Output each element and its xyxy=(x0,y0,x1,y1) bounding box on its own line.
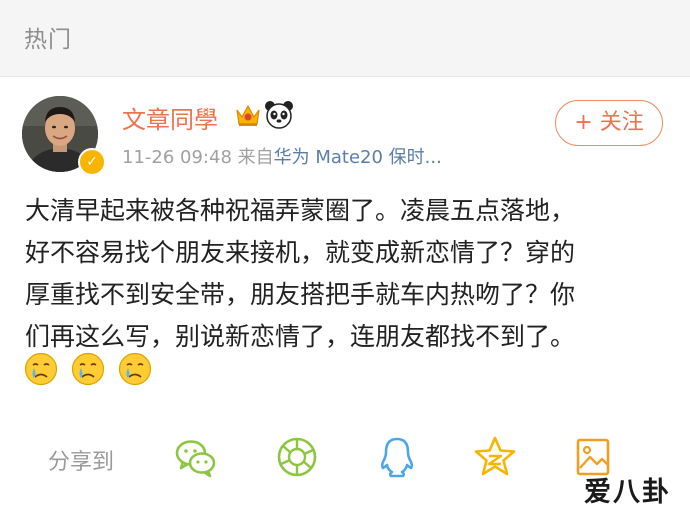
emoji-row xyxy=(24,352,160,388)
watermark: 爱八卦 xyxy=(584,477,671,508)
weibo-post-screen: 热门 ✓ 文章同學 11-26 09:48 来自华为 Mate20 保时... … xyxy=(0,0,690,513)
author-name[interactable]: 文章同學 xyxy=(122,100,218,135)
divider xyxy=(0,76,690,77)
crying-face-icon xyxy=(71,352,105,386)
crown-icon xyxy=(236,104,260,126)
section-header: 热门 xyxy=(0,0,690,76)
post-text-line: 大清早起来被各种祝福弄蒙圈了。凌晨五点落地， xyxy=(25,196,576,225)
share-label: 分享到 xyxy=(48,450,115,475)
verified-badge-icon: ✓ xyxy=(78,148,106,176)
qzone-share-icon[interactable] xyxy=(472,434,518,480)
follow-button[interactable]: + 关注 xyxy=(555,100,663,146)
post-text-line: 厚重找不到安全带，朋友搭把手就车内热吻了？你 xyxy=(25,280,576,309)
wechat-share-icon[interactable] xyxy=(172,434,218,480)
crying-face-icon xyxy=(119,352,152,386)
post-source[interactable]: 华为 Mate20 保时... xyxy=(274,147,442,168)
post-meta: 11-26 09:48 来自华为 Mate20 保时... xyxy=(122,143,442,169)
avatar[interactable]: ✓ xyxy=(22,96,106,176)
post-time: 11-26 09:48 xyxy=(122,147,232,168)
crying-face-icon xyxy=(24,352,58,386)
panda-icon xyxy=(265,101,293,129)
post-text-line: 好不容易找个朋友来接机，就变成新恋情了？穿的 xyxy=(25,238,576,267)
post-body: 大清早起来被各种祝福弄蒙圈了。凌晨五点落地， 好不容易找个朋友来接机，就变成新恋… xyxy=(25,190,675,358)
qq-share-icon[interactable] xyxy=(374,434,420,480)
source-prefix: 来自 xyxy=(237,147,274,168)
section-title: 热门 xyxy=(24,27,72,53)
moments-share-icon[interactable] xyxy=(274,434,320,480)
